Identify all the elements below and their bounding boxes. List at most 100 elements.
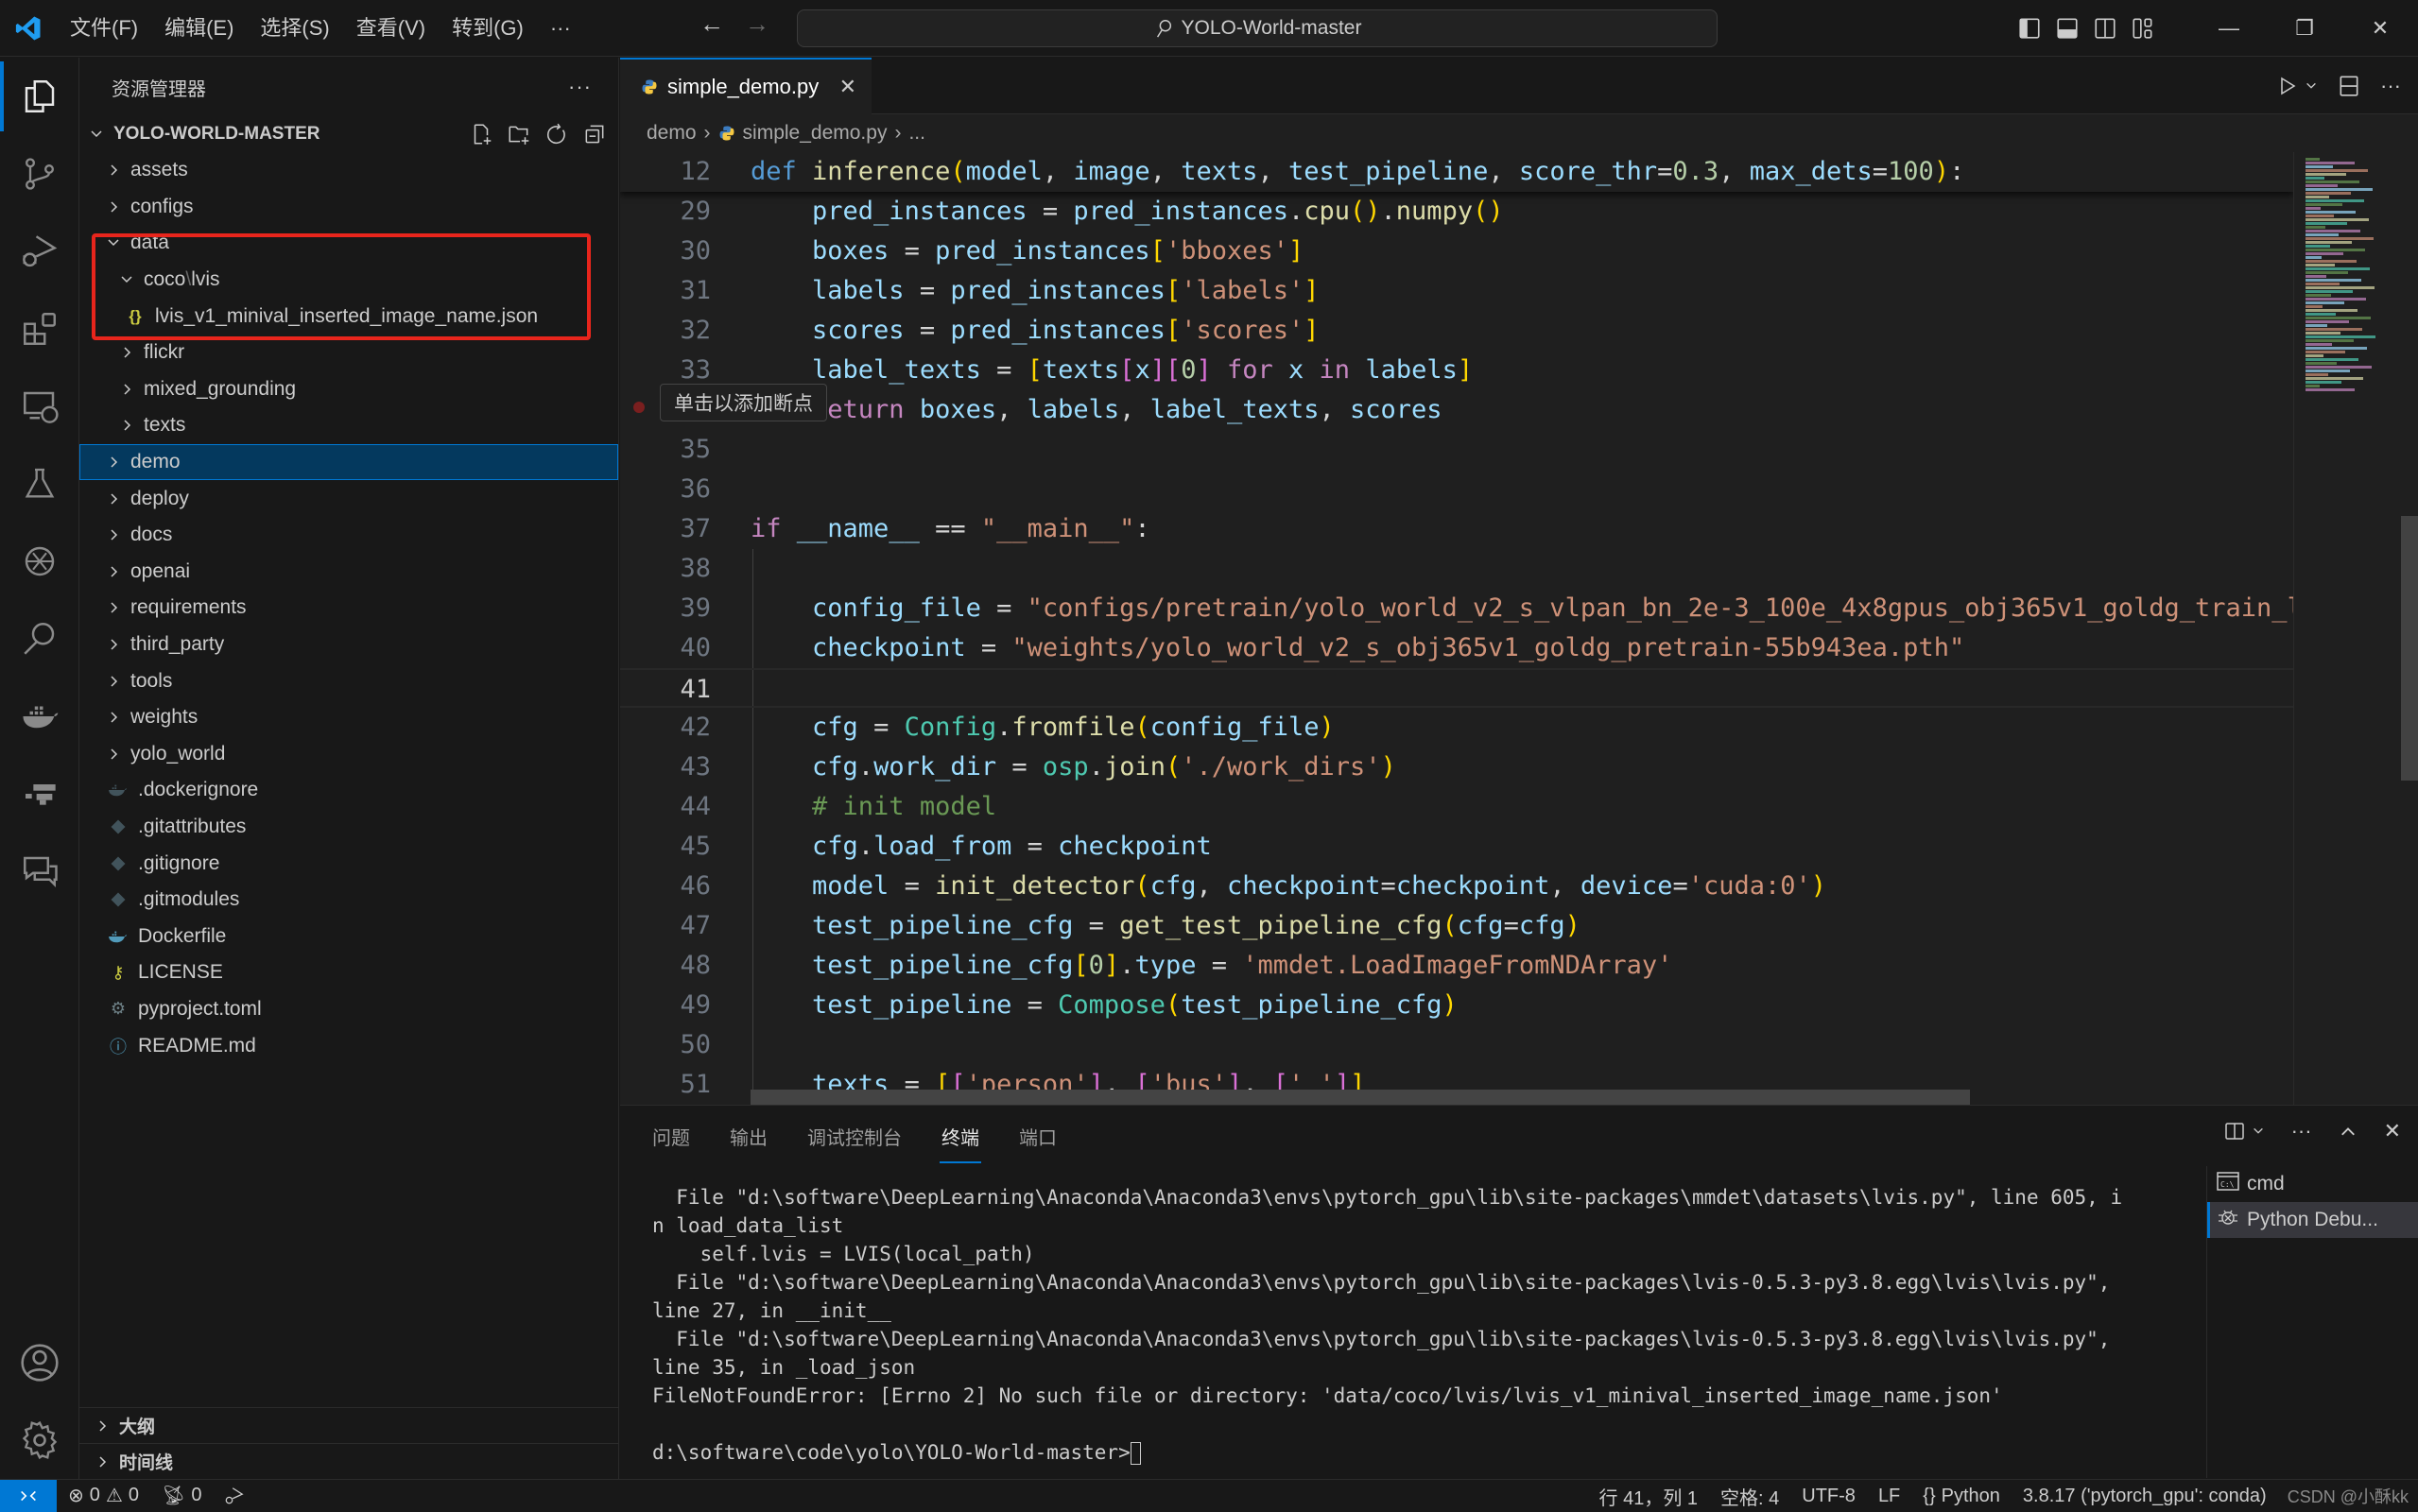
minimap[interactable] [2293,152,2397,1105]
file-dockerfile[interactable]: Dockerfile [79,918,618,954]
toggle-primary-sidebar-icon[interactable] [2017,16,2042,41]
maximize-panel-icon[interactable] [2339,1122,2358,1141]
toggle-secondary-sidebar-icon[interactable] [2093,16,2117,41]
chatgpt-icon[interactable] [0,523,79,600]
panel-tab[interactable]: 端口 [1019,1120,1057,1158]
editor-more-actions-icon[interactable]: ··· [2380,74,2401,98]
menu-item[interactable]: 转到(G) [439,9,537,47]
line-number[interactable]: 32 [620,311,711,351]
line-number[interactable]: 41 [620,670,711,706]
line-number[interactable]: 42 [620,708,711,747]
close-tab-icon[interactable]: ✕ [839,75,856,99]
split-terminal-icon[interactable] [2223,1120,2246,1143]
search-icon[interactable] [0,600,79,678]
folder-texts[interactable]: texts [79,407,618,444]
breakpoint-hint-icon[interactable] [633,402,645,413]
timeline-section[interactable]: 时间线 [79,1443,618,1479]
indentation[interactable]: 空格: 4 [1709,1480,1790,1512]
horizontal-scrollbar[interactable] [751,1090,1970,1105]
tab-simple-demo-py[interactable]: simple_demo.py ✕ [620,58,872,114]
end-of-line[interactable]: LF [1867,1480,1911,1512]
chevron-down-icon[interactable] [2305,79,2318,93]
terminal-output[interactable]: File "d:\software\DeepLearning\Anaconda\… [652,1183,2146,1467]
folder-coco[interactable]: coco \ lvis [79,262,618,299]
forward-arrow-icon[interactable]: → [745,9,769,39]
workspace-root[interactable]: YOLO-WORLD-MASTER [79,116,618,152]
chevron-down-icon[interactable] [2252,1125,2265,1138]
customize-layout-icon[interactable] [2131,16,2155,41]
file-lvis-v1-minival-inserted-image-name-json[interactable]: {} lvis_v1_minival_inserted_image_name.js… [79,298,618,335]
language-mode[interactable]: {} Python [1911,1480,2012,1512]
line-number[interactable]: 38 [620,549,711,589]
line-number[interactable]: 37 [620,509,711,549]
refresh-icon[interactable] [544,122,569,146]
menu-item[interactable]: 编辑(E) [151,9,247,47]
code-editor[interactable]: 12 def inference(model, image, texts, tes… [620,152,2293,1105]
close-panel-icon[interactable]: ✕ [2384,1119,2401,1143]
file-pyproject-toml[interactable]: ⚙ pyproject.toml [79,991,618,1028]
panel-tab[interactable]: 终端 [940,1120,981,1163]
problems-status[interactable]: ⊗ 0 ⚠ 0 [57,1480,150,1512]
folder-configs[interactable]: configs [79,189,618,226]
terminal-instance[interactable]: Python Debu... [2207,1202,2418,1238]
folder-deploy[interactable]: deploy [79,480,618,517]
testing-icon[interactable] [0,445,79,523]
folder-openai[interactable]: openai [79,554,618,591]
menu-more-button[interactable]: ··· [537,9,584,47]
source-control-icon[interactable] [0,135,79,213]
line-number[interactable]: 43 [620,747,711,787]
remote-indicator-icon[interactable] [0,1479,57,1512]
extensions-icon[interactable] [0,290,79,368]
cursor-position[interactable]: 行 41，列 1 [1588,1480,1709,1512]
remote-explorer-icon[interactable] [0,368,79,445]
line-number[interactable]: 35 [620,430,711,470]
line-number[interactable]: 50 [620,1025,711,1065]
collapse-all-icon[interactable] [582,122,607,146]
vertical-scrollbar[interactable] [2401,152,2418,1105]
file--dockerignore[interactable]: .dockerignore [79,772,618,809]
breadcrumb-file[interactable]: simple_demo.py [743,122,888,145]
line-number[interactable]: 44 [620,787,711,827]
encoding[interactable]: UTF-8 [1790,1480,1867,1512]
line-number[interactable]: 12 [620,152,711,192]
menu-item[interactable]: 文件(F) [57,9,151,47]
debug-status[interactable] [213,1480,256,1512]
panel-tab[interactable]: 问题 [652,1120,690,1158]
ports-status[interactable]: 📡︎ 0 [150,1480,214,1512]
file--gitattributes[interactable]: .gitattributes [79,809,618,846]
folder-tools[interactable]: tools [79,662,618,699]
python-interpreter[interactable]: 3.8.17 ('pytorch_gpu': conda) [2012,1480,2278,1512]
explorer-icon[interactable] [0,58,79,135]
outline-section[interactable]: 大纲 [79,1407,618,1443]
line-number[interactable]: 51 [620,1065,711,1105]
split-editor-icon[interactable] [2337,74,2361,98]
run-and-debug-icon[interactable] [0,213,79,290]
folder-mixed-grounding[interactable]: mixed_grounding [79,371,618,408]
file-license[interactable]: ⚷ LICENSE [79,954,618,991]
line-number[interactable]: 40 [620,628,711,668]
line-number[interactable]: 29 [620,192,711,232]
breadcrumb-symbol[interactable]: ... [908,122,925,145]
file-readme-md[interactable]: ⓘ README.md [79,1027,618,1064]
folder-assets[interactable]: assets [79,152,618,189]
line-number[interactable]: 46 [620,867,711,906]
line-number[interactable]: 31 [620,271,711,311]
file--gitmodules[interactable]: .gitmodules [79,882,618,919]
minimize-button[interactable]: — [2191,0,2267,57]
more-actions-icon[interactable]: ··· [568,75,592,99]
accounts-icon[interactable] [0,1324,79,1401]
terminal-instance[interactable]: C:\ cmd [2207,1166,2418,1202]
folder-data[interactable]: data [79,225,618,262]
toggle-panel-icon[interactable] [2055,16,2080,41]
file--gitignore[interactable]: .gitignore [79,845,618,882]
docker-icon[interactable] [0,678,79,755]
line-number[interactable]: 49 [620,986,711,1025]
new-folder-icon[interactable] [507,122,531,146]
line-number[interactable]: 45 [620,827,711,867]
folder-weights[interactable]: weights [79,699,618,736]
panel-tab[interactable]: 调试控制台 [807,1120,902,1158]
folder-third-party[interactable]: third_party [79,627,618,663]
menu-item[interactable]: 选择(S) [247,9,342,47]
folder-flickr[interactable]: flickr [79,335,618,371]
back-arrow-icon[interactable]: ← [699,9,724,39]
